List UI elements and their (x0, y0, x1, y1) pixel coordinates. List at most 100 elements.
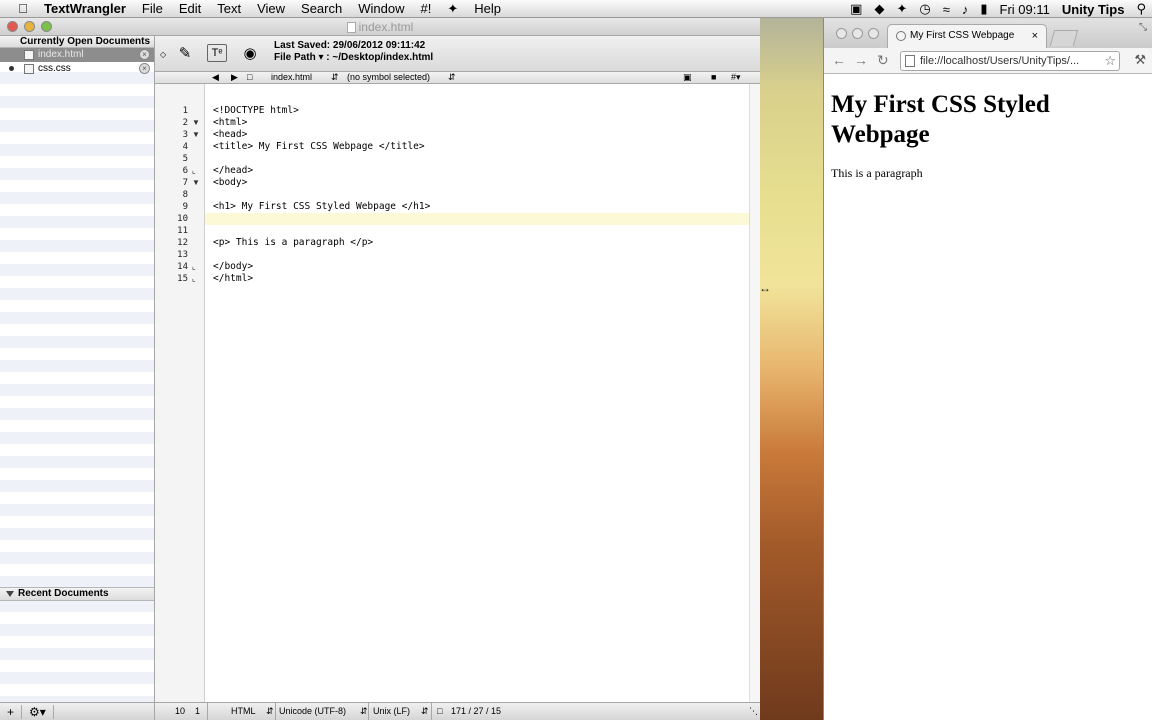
code-line[interactable]: <p> This is a paragraph </p> (205, 237, 749, 249)
code-line[interactable]: </head> (205, 165, 749, 177)
open-doc-item[interactable]: css.css × (0, 62, 154, 76)
close-icon[interactable] (836, 28, 847, 39)
file-path-label[interactable]: File Path ▾ : ~/Desktop/index.html (274, 52, 433, 63)
counterpart-icon[interactable]: ▣ (683, 72, 692, 83)
menu-user[interactable]: Unity Tips (1056, 2, 1131, 17)
camera-icon[interactable]: ▣ (844, 1, 868, 17)
code-line[interactable]: <!DOCTYPE html> (205, 105, 749, 117)
line-number: 14 (177, 262, 188, 272)
address-bar[interactable]: file://localhost/Users/UnityTips/... ☆ (900, 51, 1120, 71)
fullscreen-icon[interactable]: ⤡ (1139, 22, 1147, 33)
prev-doc-icon[interactable]: ◀ (212, 72, 219, 83)
fold-end-icon[interactable]: ⌞ (192, 273, 196, 285)
encoding-popup[interactable]: Unicode (UTF-8) (279, 703, 346, 720)
fold-end-icon[interactable]: ⌞ (192, 261, 196, 273)
popup-arrows-icon: ⇵ (421, 706, 429, 716)
code-line[interactable] (205, 153, 749, 165)
zoom-icon[interactable] (868, 28, 879, 39)
wifi-icon[interactable]: ≈ (937, 2, 956, 17)
minimize-icon[interactable] (852, 28, 863, 39)
menu-view[interactable]: View (249, 1, 293, 16)
menu-edit[interactable]: Edit (171, 1, 209, 16)
vertical-scrollbar[interactable] (749, 84, 760, 702)
open-doc-label: index.html (38, 49, 84, 60)
app-menu[interactable]: TextWrangler (36, 1, 134, 16)
browser-toolbar: ← → ↻ file://localhost/Users/UnityTips/.… (824, 48, 1152, 74)
language-popup[interactable]: HTML (231, 703, 256, 720)
close-tab-icon[interactable]: × (1032, 25, 1038, 47)
wrench-icon[interactable]: ⚒ (1134, 52, 1146, 68)
current-file-popup[interactable]: index.html (271, 72, 312, 83)
browser-window: My First CSS Webpage × ⤡ ← → ↻ file://lo… (823, 18, 1152, 720)
menu-clock[interactable]: Fri 09:11 (994, 2, 1056, 17)
new-tab-button[interactable] (1049, 30, 1079, 46)
apple-menu-icon[interactable]:  (14, 1, 32, 16)
back-icon[interactable]: ← (832, 52, 846, 68)
menu-search[interactable]: Search (293, 1, 350, 16)
resize-grip-icon[interactable]: ⋱ (749, 703, 758, 720)
text-options-icon[interactable]: Tᵉ (207, 44, 227, 62)
volume-icon[interactable]: ♪ (956, 2, 975, 17)
line-number: 4 (182, 142, 188, 152)
next-doc-icon[interactable]: ▶ (231, 72, 238, 83)
menu-file[interactable]: File (134, 1, 171, 16)
pencil-icon[interactable]: ✎ (175, 44, 195, 64)
menu-help[interactable]: Help (466, 1, 509, 16)
fold-open-icon[interactable]: ▼ (192, 129, 200, 141)
fold-open-icon[interactable]: ▼ (192, 177, 200, 189)
current-code-line[interactable] (205, 213, 749, 225)
window-titlebar[interactable]: index.html (0, 18, 760, 36)
script-menu-icon[interactable]: ✦ (439, 1, 466, 17)
preview-in-browser-icon[interactable]: ◉ (240, 44, 260, 64)
code-line[interactable]: <body> (205, 177, 749, 189)
spotlight-icon[interactable]: ⚲ (1130, 1, 1152, 17)
close-doc-icon[interactable]: × (139, 49, 150, 60)
browser-tab[interactable]: My First CSS Webpage × (887, 24, 1047, 48)
forward-icon[interactable]: → (854, 52, 868, 68)
battery-icon[interactable]: ▮ (974, 1, 993, 17)
code-line[interactable]: <html> (205, 117, 749, 129)
file-menu-icon[interactable]: □ (247, 72, 252, 83)
code-line[interactable]: <h1> My First CSS Styled Webpage </h1> (205, 201, 749, 213)
code-line[interactable]: <title> My First CSS Webpage </title> (205, 141, 749, 153)
code-line[interactable]: </html> (205, 273, 749, 285)
code-editor[interactable]: <!DOCTYPE html> <html> <head> <title> My… (205, 84, 749, 702)
time-machine-icon[interactable]: ◷ (913, 1, 936, 17)
menu-window[interactable]: Window (350, 1, 412, 16)
open-doc-item[interactable]: index.html × (0, 48, 154, 62)
fold-open-icon[interactable]: ▼ (192, 117, 200, 129)
document-stats-icon[interactable]: □ (437, 703, 442, 720)
file-popup-arrows-icon: ⇵ (331, 72, 339, 82)
symbol-popup[interactable]: (no symbol selected) (347, 72, 430, 83)
code-line[interactable]: </body> (205, 261, 749, 273)
menu-shebang[interactable]: #! (412, 1, 439, 16)
status-column[interactable]: 1 (195, 703, 200, 720)
line-number: 15 (177, 274, 188, 284)
navigation-bar: ◀ ▶ □ index.html ⇵ (no symbol selected) … (155, 72, 760, 84)
code-line[interactable] (205, 225, 749, 237)
recent-documents-header[interactable]: Recent Documents (0, 587, 154, 601)
code-line[interactable]: <head> (205, 129, 749, 141)
code-line[interactable] (205, 189, 749, 201)
line-endings-popup[interactable]: Unix (LF) (373, 703, 410, 720)
status-divider (431, 703, 432, 720)
status-divider (207, 703, 208, 720)
menu-text[interactable]: Text (209, 1, 249, 16)
bluetooth-icon[interactable]: ✦ (890, 1, 913, 17)
toolbar-disclosure-icon[interactable]: ◇ (160, 50, 166, 59)
code-line[interactable] (205, 249, 749, 261)
page-icon (905, 55, 915, 67)
include-icon[interactable]: ■ (711, 72, 716, 83)
status-line[interactable]: 10 (175, 703, 185, 720)
gear-icon[interactable]: ⚙▾ (22, 704, 54, 719)
add-icon[interactable]: + (0, 704, 23, 719)
unsaved-dot-icon (9, 66, 14, 71)
dropbox-icon[interactable]: ◆ (868, 1, 890, 17)
markers-icon[interactable]: #▾ (731, 72, 741, 83)
reload-icon[interactable]: ↻ (877, 52, 889, 69)
fold-end-icon[interactable]: ⌞ (192, 165, 196, 177)
status-bar: 10 1 HTML ⇵ Unicode (UTF-8) ⇵ Unix (LF) … (155, 702, 760, 720)
close-doc-icon[interactable]: × (139, 63, 150, 74)
document-stats[interactable]: 171 / 27 / 15 (451, 703, 501, 720)
bookmark-star-icon[interactable]: ☆ (1104, 52, 1116, 70)
